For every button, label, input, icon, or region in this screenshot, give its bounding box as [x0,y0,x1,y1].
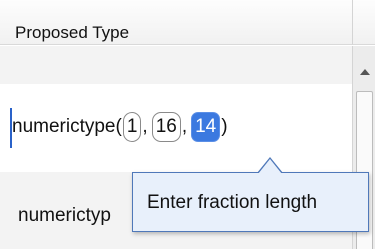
table-row[interactable] [0,46,352,84]
fraction-length-field[interactable]: 14 [191,112,221,142]
arg-separator: , [142,116,148,137]
type-function-name: numerictype( [12,116,122,137]
row-type-text: numerictyp [18,205,111,226]
type-editor[interactable]: numerictype( 1 , 16 , 14 ) [12,112,228,142]
closing-paren: ) [221,116,228,137]
tooltip: Enter fraction length [132,157,369,232]
word-length-field[interactable]: 16 [151,112,181,142]
column-header[interactable]: Proposed Type [0,0,352,45]
column-header-corner [352,0,375,45]
tooltip-text: Enter fraction length [147,192,318,213]
column-header-label: Proposed Type [15,23,130,42]
arg-separator: , [181,116,188,137]
scroll-up-icon[interactable] [360,69,370,75]
tooltip-pointer-fill [258,159,282,174]
signedness-field[interactable]: 1 [122,112,142,142]
